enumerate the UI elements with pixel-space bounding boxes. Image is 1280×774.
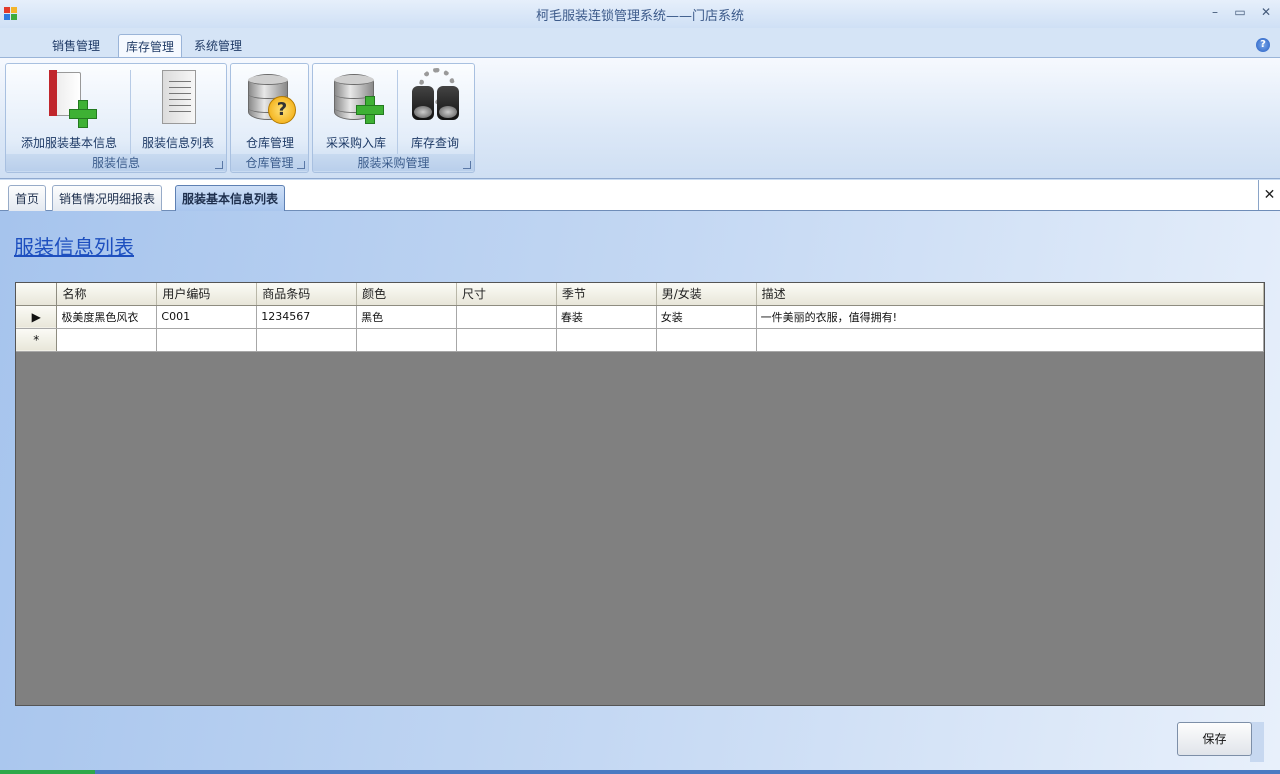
cell-color[interactable] xyxy=(356,328,458,352)
column-header[interactable]: 用户编码 xyxy=(156,283,258,306)
cell-barcode[interactable]: 1234567 xyxy=(256,305,358,329)
save-button-shadow xyxy=(1250,722,1264,762)
clothing-data-grid[interactable]: 名称 用户编码 商品条码 颜色 尺寸 季节 男/女装 描述 ▶ 极美度黑色风衣 … xyxy=(15,282,1265,706)
cell-name[interactable]: 极美度黑色风衣 xyxy=(56,305,158,329)
column-header[interactable]: 描述 xyxy=(756,283,1265,306)
inventory-query-label: 库存查询 xyxy=(410,136,459,150)
ribbon-group-clothing-info: 添加服装基本信息 服装信息列表 服装信息 xyxy=(5,63,227,173)
column-header[interactable]: 颜色 xyxy=(356,283,458,306)
new-row-marker-icon[interactable]: * xyxy=(16,328,58,352)
clothing-list-label: 服装信息列表 xyxy=(141,136,214,150)
tab-inventory[interactable]: 库存管理 xyxy=(118,34,183,58)
group-label-purchase: 服装采购管理 xyxy=(313,154,474,171)
group-label-clothing-info: 服装信息 xyxy=(6,154,226,171)
group-launcher-icon[interactable] xyxy=(463,161,471,169)
tab-sales[interactable]: 销售管理 xyxy=(45,34,107,58)
ribbon-group-warehouse: ? 仓库管理 仓库管理 xyxy=(230,63,309,173)
document-list-icon xyxy=(150,68,206,128)
grid-header-row: 名称 用户编码 商品条码 颜色 尺寸 季节 男/女装 描述 xyxy=(16,283,1265,306)
bottom-strip xyxy=(0,770,1280,774)
minimize-button[interactable]: – xyxy=(1205,5,1225,21)
cell-description[interactable]: 一件美丽的衣服，值得拥有! xyxy=(756,305,1265,329)
cell-season[interactable]: 春装 xyxy=(556,305,657,329)
cell-barcode[interactable] xyxy=(256,328,358,352)
column-header[interactable]: 男/女装 xyxy=(656,283,757,306)
inventory-query-button[interactable]: 库存查询 xyxy=(399,66,471,152)
new-row[interactable]: * xyxy=(16,328,1265,352)
purchase-stock-in-button[interactable]: 采采购入库 xyxy=(317,66,395,152)
table-row[interactable]: ▶ 极美度黑色风衣 C001 1234567 黑色 春装 女装 一件美丽的衣服，… xyxy=(16,305,1265,329)
help-icon[interactable]: ? xyxy=(1256,38,1270,52)
cell-name[interactable] xyxy=(56,328,158,352)
column-header[interactable]: 商品条码 xyxy=(256,283,358,306)
tab-clothing-basic-list[interactable]: 服装基本信息列表 xyxy=(175,185,286,211)
cell-gender[interactable]: 女装 xyxy=(656,305,757,329)
cell-color[interactable]: 黑色 xyxy=(356,305,458,329)
window-title: 柯毛服装连锁管理系统——门店系统 xyxy=(535,9,744,24)
column-header[interactable]: 名称 xyxy=(56,283,158,306)
tab-home[interactable]: 首页 xyxy=(8,185,47,211)
current-row-marker-icon[interactable]: ▶ xyxy=(16,305,58,329)
title-bar: 柯毛服装连锁管理系统——门店系统 – ▭ ✕ xyxy=(0,0,1280,28)
binoculars-icon xyxy=(407,68,463,128)
database-add-icon xyxy=(328,68,384,128)
database-question-icon: ? xyxy=(242,68,298,128)
close-button[interactable]: ✕ xyxy=(1256,5,1276,21)
cell-user-code[interactable]: C001 xyxy=(156,305,258,329)
tab-system[interactable]: 系统管理 xyxy=(187,34,249,58)
save-button[interactable]: 保存 xyxy=(1177,722,1252,756)
column-header[interactable]: 尺寸 xyxy=(456,283,557,306)
ribbon-panel: 添加服装基本信息 服装信息列表 服装信息 ? 仓库管理 仓库管理 采采购入库 库… xyxy=(0,57,1280,179)
row-header-corner[interactable] xyxy=(16,283,58,306)
cell-gender[interactable] xyxy=(656,328,757,352)
content-panel: 服装信息列表 名称 用户编码 商品条码 颜色 尺寸 季节 男/女装 描述 ▶ 极… xyxy=(0,211,1280,774)
tab-sales-report[interactable]: 销售情况明细报表 xyxy=(52,185,163,211)
cell-size[interactable] xyxy=(456,305,557,329)
cell-size[interactable] xyxy=(456,328,557,352)
add-clothing-button[interactable]: 添加服装基本信息 xyxy=(10,66,128,152)
group-launcher-icon[interactable] xyxy=(297,161,305,169)
column-header[interactable]: 季节 xyxy=(556,283,657,306)
page-title: 服装信息列表 xyxy=(14,235,134,259)
warehouse-button[interactable]: ? 仓库管理 xyxy=(235,66,305,152)
add-clothing-label: 添加服装基本信息 xyxy=(20,136,117,150)
restore-button[interactable]: ▭ xyxy=(1230,5,1250,21)
ribbon-group-purchase: 采采购入库 库存查询 服装采购管理 xyxy=(312,63,475,173)
ribbon-tabs: 销售管理 库存管理 系统管理 ? xyxy=(0,28,1280,58)
purchase-stock-in-label: 采采购入库 xyxy=(325,136,386,150)
cell-season[interactable] xyxy=(556,328,657,352)
grid-table: 名称 用户编码 商品条码 颜色 尺寸 季节 男/女装 描述 ▶ 极美度黑色风衣 … xyxy=(16,283,1265,352)
clothing-list-button[interactable]: 服装信息列表 xyxy=(134,66,222,152)
add-book-icon xyxy=(41,68,97,128)
cell-user-code[interactable] xyxy=(156,328,258,352)
close-tab-icon[interactable]: ✕ xyxy=(1258,180,1280,210)
warehouse-label: 仓库管理 xyxy=(245,136,294,150)
group-launcher-icon[interactable] xyxy=(215,161,223,169)
cell-description[interactable] xyxy=(756,328,1265,352)
document-tabs: 首页 销售情况明细报表 服装基本信息列表 ✕ xyxy=(0,180,1280,211)
